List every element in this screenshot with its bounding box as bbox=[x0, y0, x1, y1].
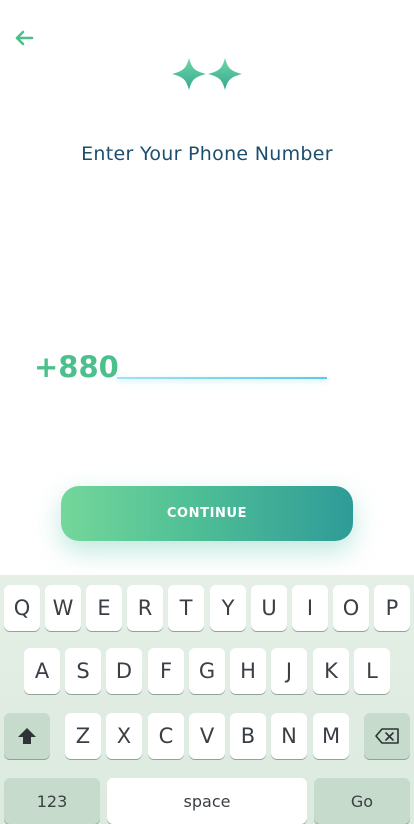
key-g[interactable]: G bbox=[189, 648, 225, 694]
key-f[interactable]: F bbox=[148, 648, 184, 694]
key-j[interactable]: J bbox=[271, 648, 307, 694]
key-v[interactable]: V bbox=[189, 713, 225, 759]
arrow-left-icon bbox=[15, 30, 34, 46]
numbers-key[interactable]: 123 bbox=[4, 778, 100, 824]
key-p[interactable]: P bbox=[374, 585, 410, 631]
input-underline bbox=[117, 377, 327, 379]
key-s[interactable]: S bbox=[65, 648, 101, 694]
key-l[interactable]: L bbox=[354, 648, 390, 694]
phone-number-screen: Enter Your Phone Number +880 CONTINUE Q … bbox=[0, 0, 414, 824]
key-m[interactable]: M bbox=[313, 713, 349, 759]
on-screen-keyboard: Q W E R T Y U I O P A S D F G H J K L Z … bbox=[0, 575, 414, 824]
key-k[interactable]: K bbox=[313, 648, 349, 694]
key-z[interactable]: Z bbox=[65, 713, 101, 759]
continue-button[interactable]: CONTINUE bbox=[61, 486, 353, 541]
key-t[interactable]: T bbox=[168, 585, 204, 631]
key-u[interactable]: U bbox=[251, 585, 287, 631]
key-x[interactable]: X bbox=[106, 713, 142, 759]
key-r[interactable]: R bbox=[127, 585, 163, 631]
key-e[interactable]: E bbox=[86, 585, 122, 631]
backspace-icon bbox=[375, 728, 399, 744]
key-c[interactable]: C bbox=[148, 713, 184, 759]
key-o[interactable]: O bbox=[333, 585, 369, 631]
space-key[interactable]: space bbox=[107, 778, 307, 824]
sparkle-logo-icon bbox=[172, 58, 242, 90]
key-q[interactable]: Q bbox=[4, 585, 40, 631]
key-y[interactable]: Y bbox=[210, 585, 246, 631]
key-w[interactable]: W bbox=[45, 585, 81, 631]
backspace-key[interactable] bbox=[364, 713, 410, 759]
key-b[interactable]: B bbox=[230, 713, 266, 759]
country-code-prefix: +880 bbox=[34, 350, 119, 384]
key-h[interactable]: H bbox=[230, 648, 266, 694]
back-button[interactable] bbox=[10, 26, 38, 50]
key-a[interactable]: A bbox=[24, 648, 60, 694]
shift-icon bbox=[18, 728, 36, 744]
key-d[interactable]: D bbox=[106, 648, 142, 694]
shift-key[interactable] bbox=[4, 713, 50, 759]
key-n[interactable]: N bbox=[271, 713, 307, 759]
key-i[interactable]: I bbox=[292, 585, 328, 631]
page-title: Enter Your Phone Number bbox=[81, 143, 333, 165]
go-key[interactable]: Go bbox=[314, 778, 410, 824]
